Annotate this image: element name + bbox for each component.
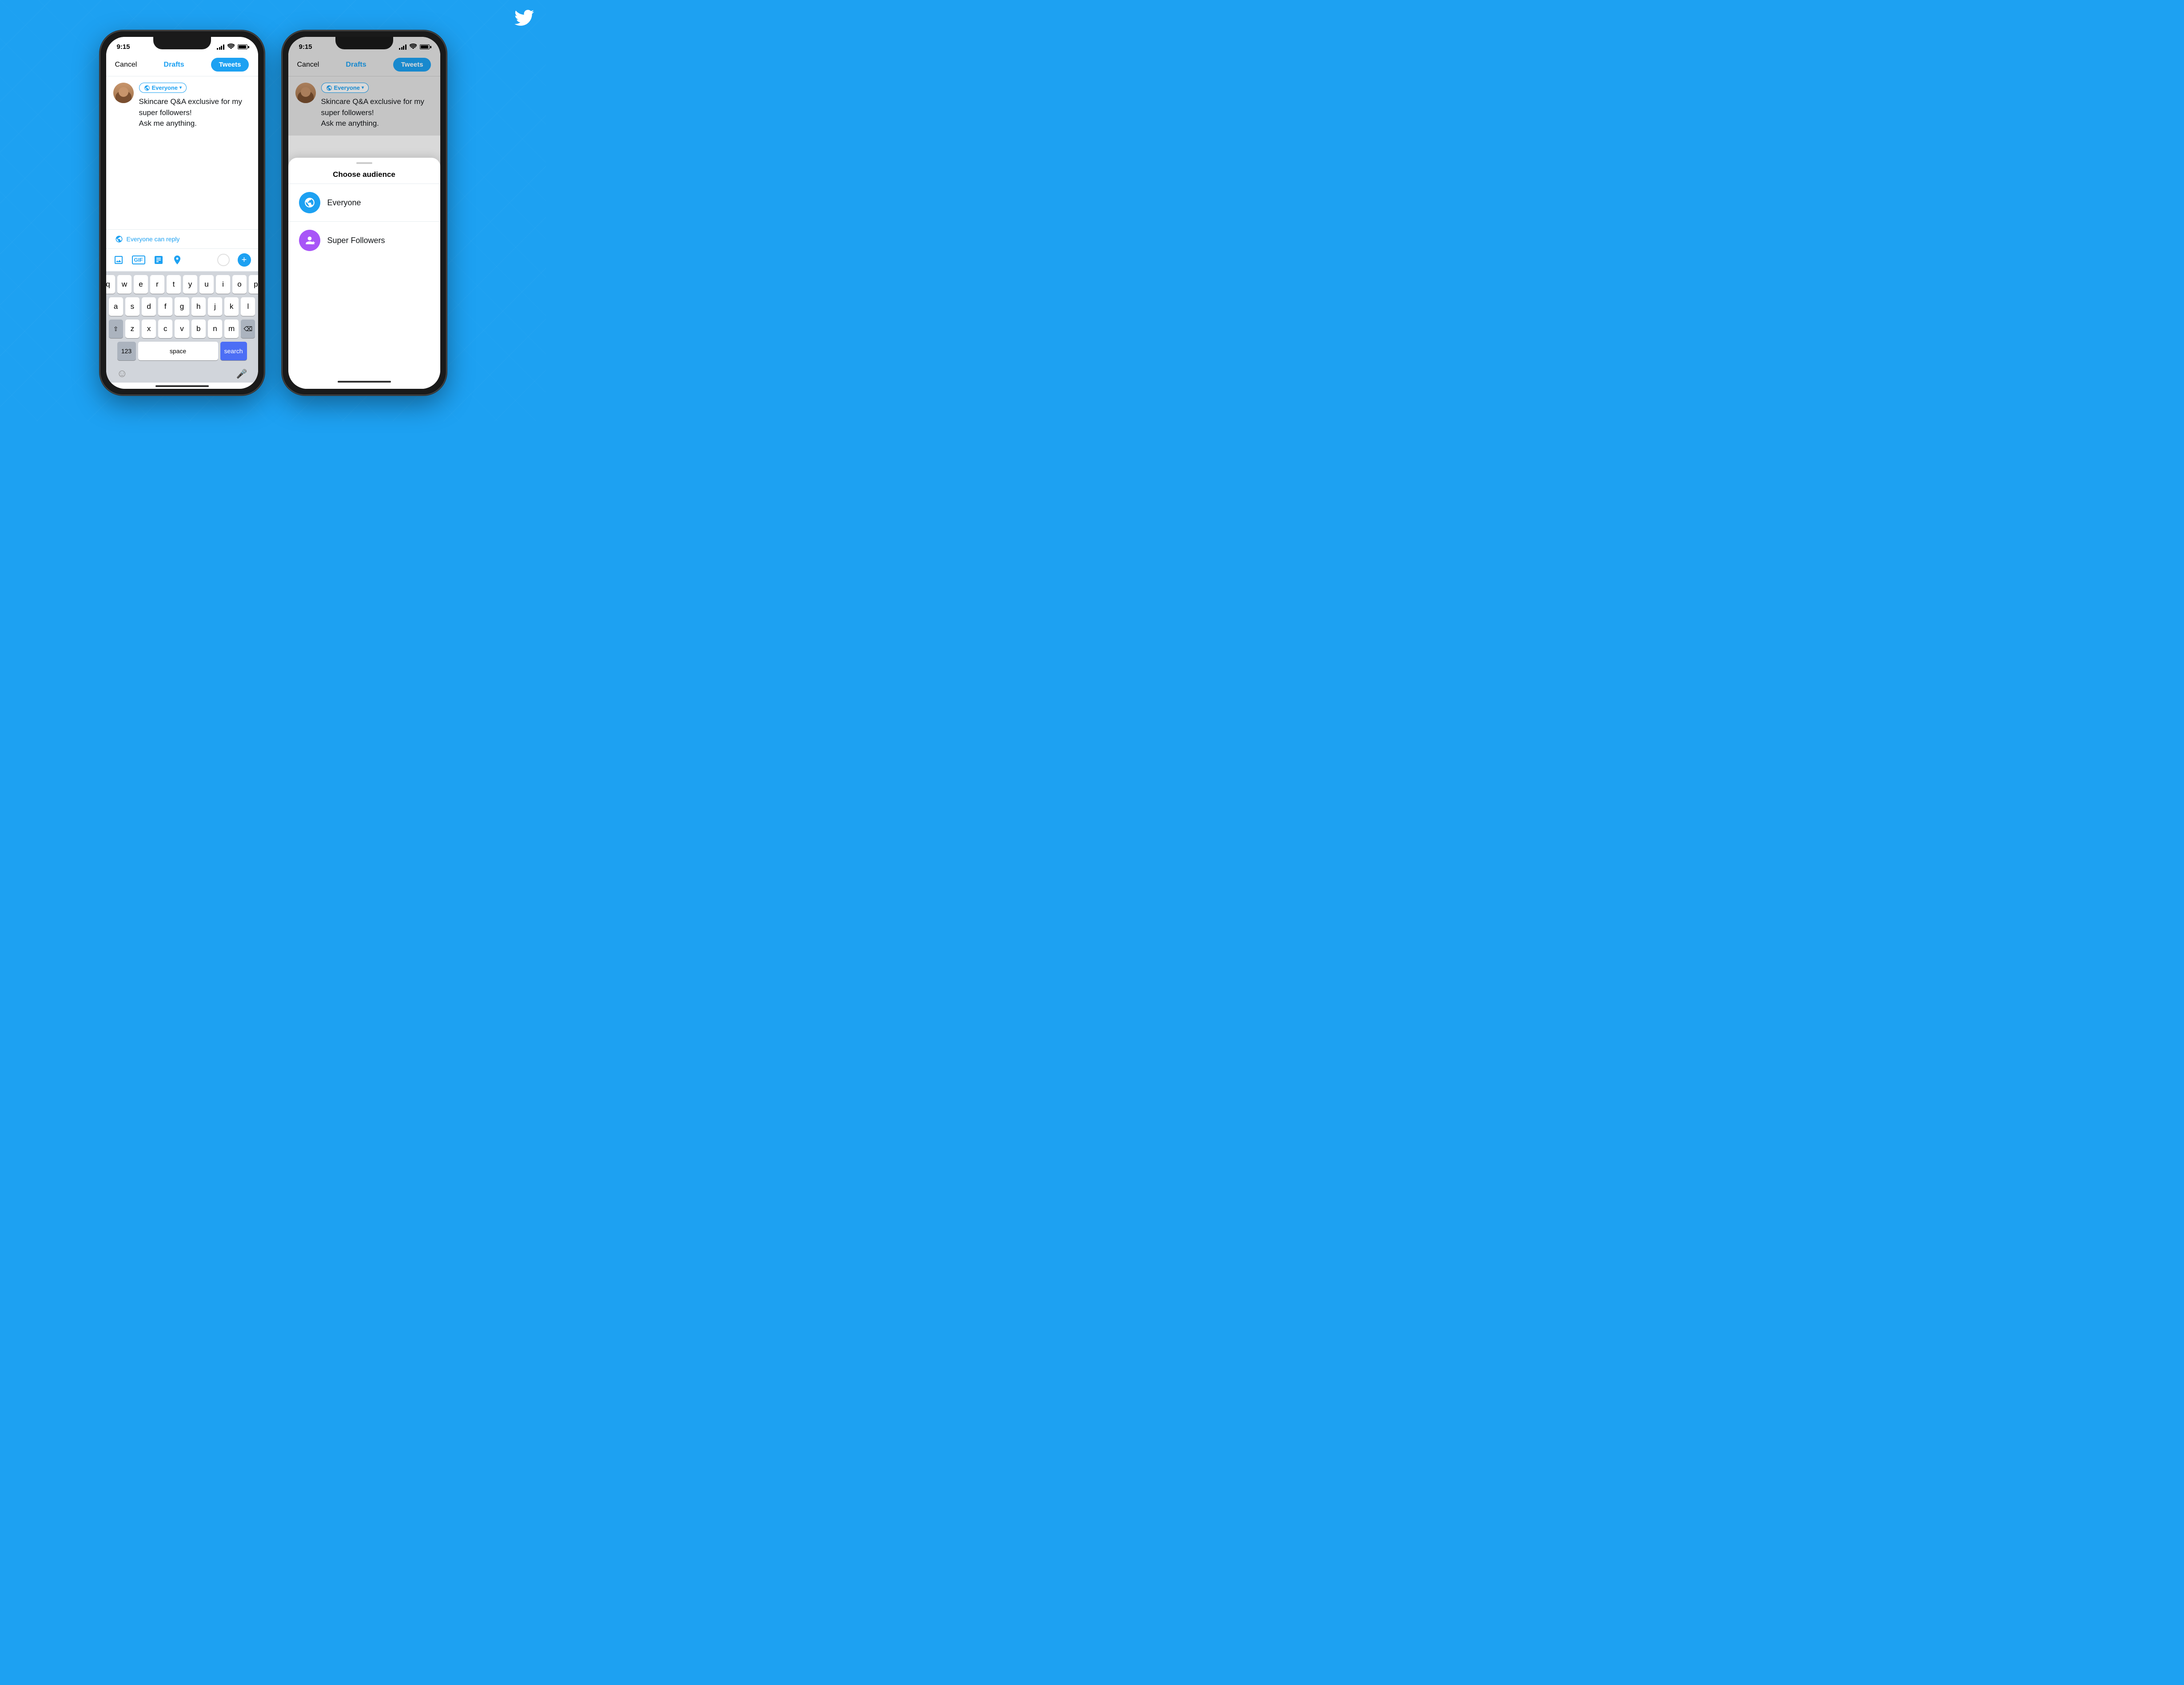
superfollowers-label: Super Followers xyxy=(327,236,385,245)
globe-reply-icon-1 xyxy=(115,235,123,243)
keyboard-row-4: 123 space search xyxy=(109,342,255,360)
poll-icon-1[interactable] xyxy=(153,255,164,265)
status-icons-1 xyxy=(217,44,247,50)
keyboard-row-3: ⇧ z x c v b n m ⌫ xyxy=(109,319,255,338)
key-j[interactable]: j xyxy=(208,297,222,316)
key-c[interactable]: c xyxy=(158,319,172,338)
key-123[interactable]: 123 xyxy=(117,342,136,360)
key-v[interactable]: v xyxy=(175,319,189,338)
phones-container: 9:15 Cancel Drafts Tweets xyxy=(100,26,446,395)
signal-bars-1 xyxy=(217,44,224,50)
globe-option-icon xyxy=(304,197,315,208)
key-space[interactable]: space xyxy=(138,342,218,360)
home-indicator-2 xyxy=(338,381,391,383)
audience-label-1: Everyone xyxy=(152,84,178,91)
chevron-icon-1: ▾ xyxy=(179,85,182,90)
tweet-text-1[interactable]: Skincare Q&A exclusive for my super foll… xyxy=(139,96,251,129)
nav-bar-1: Cancel Drafts Tweets xyxy=(106,53,258,76)
key-delete[interactable]: ⌫ xyxy=(241,319,255,338)
key-l[interactable]: l xyxy=(241,297,255,316)
reply-text-1: Everyone can reply xyxy=(127,236,180,243)
everyone-icon xyxy=(299,192,320,213)
globe-badge-icon-1 xyxy=(144,85,150,91)
phone-1: 9:15 Cancel Drafts Tweets xyxy=(100,31,264,395)
reply-indicator-1[interactable]: Everyone can reply xyxy=(106,229,258,248)
emoji-icon-1[interactable]: ☺ xyxy=(117,367,128,380)
notch-1 xyxy=(153,37,211,49)
phone-2-screen: 9:15 Cancel Drafts Tweets xyxy=(288,37,440,389)
audience-option-everyone[interactable]: Everyone xyxy=(288,184,440,222)
key-o[interactable]: o xyxy=(232,275,247,294)
key-h[interactable]: h xyxy=(191,297,206,316)
everyone-label: Everyone xyxy=(327,198,361,208)
tweets-button-1[interactable]: Tweets xyxy=(211,58,249,72)
toolbar-1: GIF + xyxy=(106,248,258,272)
cancel-button-1[interactable]: Cancel xyxy=(115,61,137,69)
battery-icon-1 xyxy=(238,44,247,49)
superfollowers-option-icon xyxy=(304,235,315,246)
key-q[interactable]: q xyxy=(106,275,116,294)
audience-sheet: Choose audience Everyone xyxy=(288,158,440,389)
location-icon-1[interactable] xyxy=(172,255,183,265)
superfollowers-icon xyxy=(299,230,320,251)
wifi-icon-1 xyxy=(227,44,235,50)
add-icon-1[interactable]: + xyxy=(238,253,251,267)
drafts-button-1[interactable]: Drafts xyxy=(163,61,184,69)
main-content-1: Everyone can reply xyxy=(106,136,258,248)
phone-1-screen: 9:15 Cancel Drafts Tweets xyxy=(106,37,258,389)
key-b[interactable]: b xyxy=(191,319,206,338)
status-time-1: 9:15 xyxy=(117,43,130,51)
keyboard-row-2: a s d f g h j k l xyxy=(109,297,255,316)
key-f[interactable]: f xyxy=(158,297,172,316)
sheet-title: Choose audience xyxy=(288,164,440,184)
key-y[interactable]: y xyxy=(183,275,197,294)
avatar-1 xyxy=(113,83,134,103)
key-shift[interactable]: ⇧ xyxy=(109,319,123,338)
key-x[interactable]: x xyxy=(142,319,156,338)
key-u[interactable]: u xyxy=(199,275,214,294)
key-n[interactable]: n xyxy=(208,319,222,338)
image-icon-1[interactable] xyxy=(113,255,124,265)
key-w[interactable]: w xyxy=(117,275,132,294)
keyboard-1: q w e r t y u i o p a s d f g xyxy=(106,272,258,366)
key-i[interactable]: i xyxy=(216,275,230,294)
key-s[interactable]: s xyxy=(125,297,139,316)
key-search[interactable]: search xyxy=(220,342,247,360)
key-e[interactable]: e xyxy=(134,275,148,294)
gif-icon-1[interactable]: GIF xyxy=(132,256,145,264)
key-a[interactable]: a xyxy=(109,297,123,316)
compose-right-1: Everyone ▾ Skincare Q&A exclusive for my… xyxy=(139,83,251,129)
phone-2: 9:15 Cancel Drafts Tweets xyxy=(282,31,446,395)
emoji-bar-1: ☺ 🎤 xyxy=(106,366,258,383)
compose-area-1: Everyone ▾ Skincare Q&A exclusive for my… xyxy=(106,76,258,136)
key-d[interactable]: d xyxy=(142,297,156,316)
key-p[interactable]: p xyxy=(249,275,258,294)
key-g[interactable]: g xyxy=(175,297,189,316)
key-r[interactable]: r xyxy=(150,275,164,294)
key-k[interactable]: k xyxy=(224,297,239,316)
audience-option-superfollowers[interactable]: Super Followers xyxy=(288,222,440,259)
key-z[interactable]: z xyxy=(125,319,139,338)
keyboard-row-1: q w e r t y u i o p xyxy=(109,275,255,294)
home-indicator-1 xyxy=(155,385,209,387)
key-m[interactable]: m xyxy=(224,319,239,338)
audience-badge-1[interactable]: Everyone ▾ xyxy=(139,83,187,93)
key-t[interactable]: t xyxy=(167,275,181,294)
twitter-logo xyxy=(512,8,536,28)
mic-icon-1[interactable]: 🎤 xyxy=(236,368,247,379)
progress-circle-1 xyxy=(217,254,230,266)
